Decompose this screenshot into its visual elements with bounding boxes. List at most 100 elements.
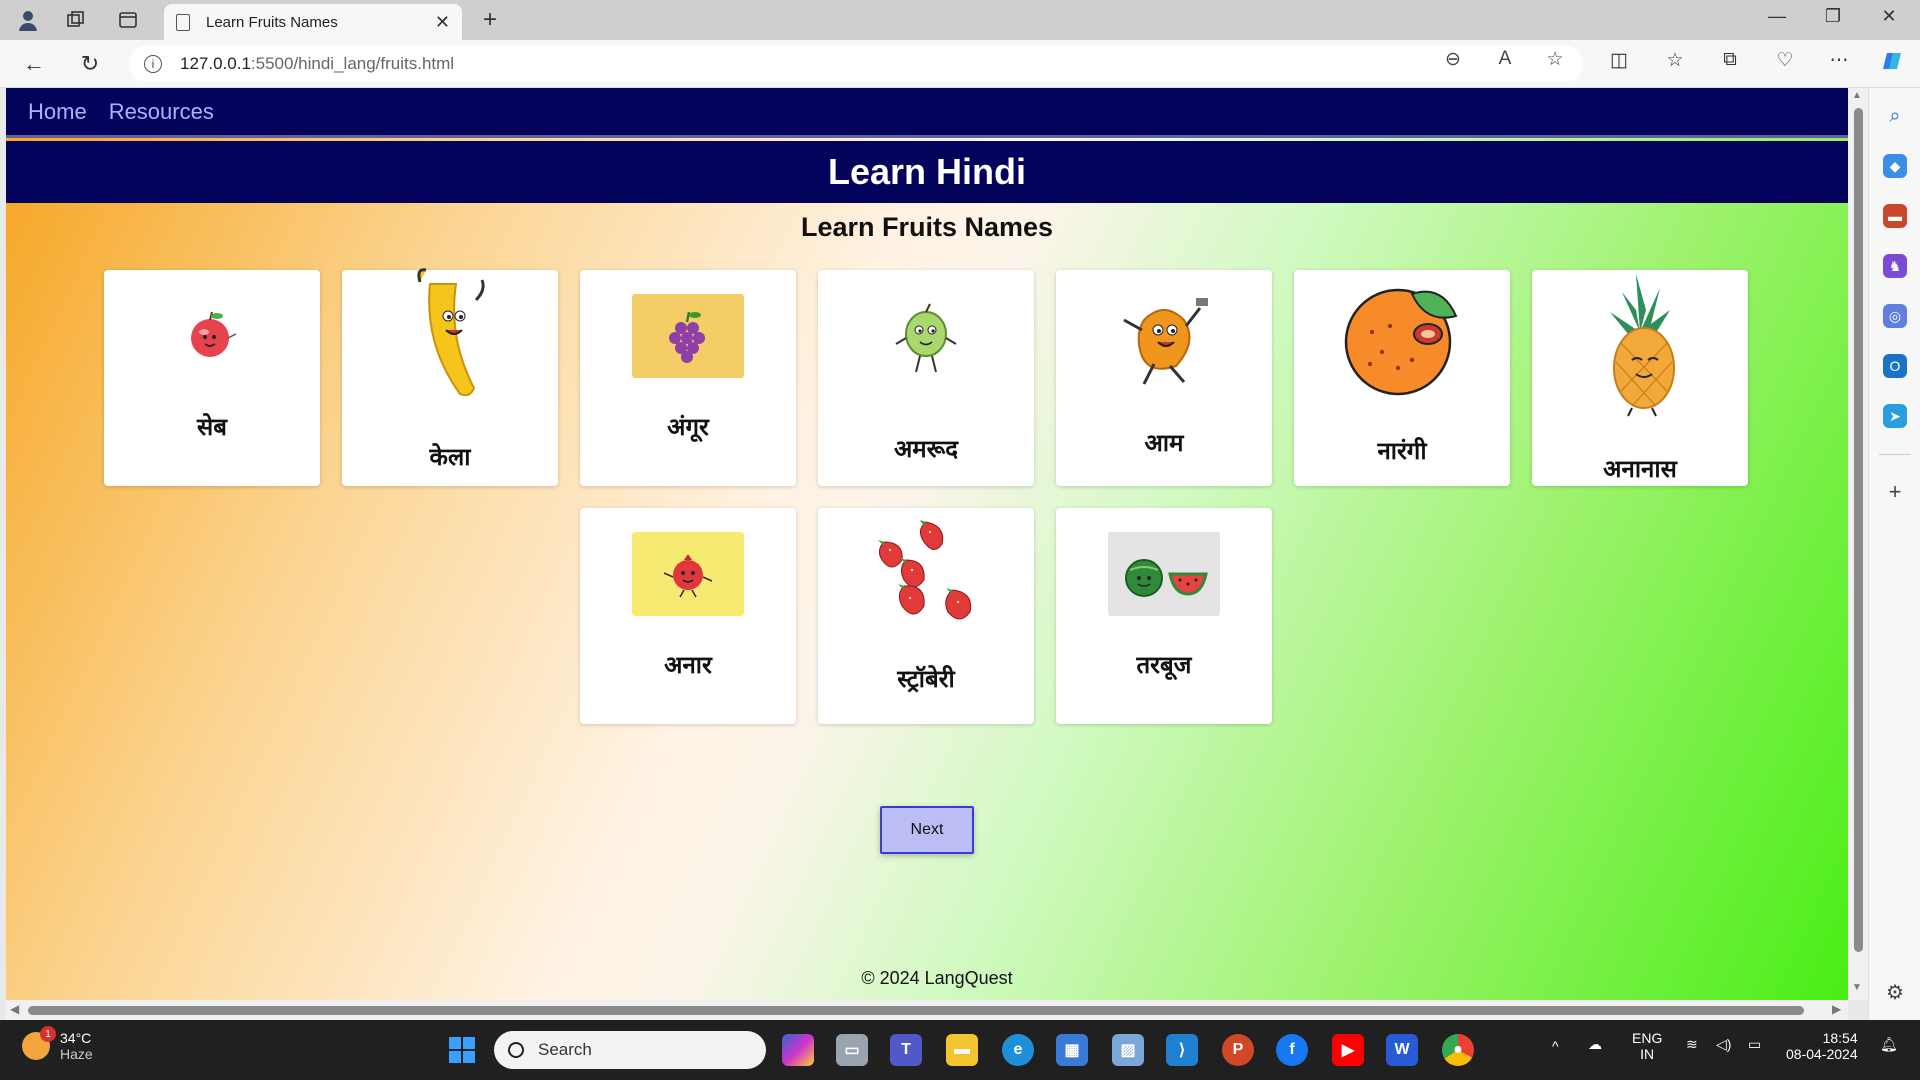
copilot-app-icon[interactable] <box>782 1034 814 1066</box>
fruit-card-pomegranate[interactable]: अनार <box>580 508 796 724</box>
lang-primary: ENG <box>1632 1030 1663 1046</box>
search-icon[interactable]: ⌕ <box>1883 104 1907 128</box>
copilot-icon[interactable] <box>1878 49 1908 79</box>
pomegranate-icon <box>632 532 744 616</box>
fruit-name: स्ट्रॉबेरी <box>897 665 955 693</box>
chrome-icon[interactable]: ● <box>1442 1034 1474 1066</box>
fruit-card-strawberry[interactable]: स्ट्रॉबेरी <box>818 508 1034 724</box>
next-button[interactable]: Next <box>880 806 974 854</box>
windows-start-icon[interactable] <box>446 1034 478 1066</box>
address-bar-row: ← ↻ i 127.0.0.1:5500/hindi_lang/fruits.h… <box>0 40 1920 88</box>
microsoft-365-icon[interactable]: ◎ <box>1883 304 1907 328</box>
horizontal-scroll-thumb[interactable] <box>28 1006 1804 1015</box>
site-info-icon[interactable]: i <box>144 55 162 73</box>
fruit-card-guava[interactable]: अमरूद <box>818 270 1034 486</box>
store-icon[interactable]: ▦ <box>1056 1034 1088 1066</box>
horizontal-scrollbar[interactable]: ◀ ▶ <box>6 1000 1848 1020</box>
tools-icon[interactable]: ▬ <box>1883 204 1907 228</box>
fruit-card-apple[interactable]: सेब <box>104 270 320 486</box>
settings-icon[interactable]: ⚙ <box>1883 980 1907 1004</box>
scroll-left-icon[interactable]: ◀ <box>10 1002 19 1016</box>
add-sidebar-app-icon[interactable]: + <box>1883 479 1907 504</box>
taskbar-search-label: Search <box>538 1040 592 1059</box>
read-aloud-icon[interactable]: A <box>1490 48 1520 70</box>
minimize-icon[interactable]: — <box>1762 6 1792 27</box>
page-footer: © 2024 LangQuest <box>861 968 1013 988</box>
onedrive-icon[interactable]: ☁ <box>1588 1036 1602 1053</box>
vscode-icon[interactable]: ⟩ <box>1166 1034 1198 1066</box>
scroll-up-icon[interactable]: ▲ <box>1852 90 1862 101</box>
url-path: :5500/hindi_lang/fruits.html <box>250 54 455 73</box>
fruit-card-watermelon[interactable]: तरबूज <box>1056 508 1272 724</box>
taskbar-search[interactable]: Search <box>494 1031 766 1069</box>
show-hidden-icons[interactable]: ^ <box>1552 1038 1559 1054</box>
clock[interactable]: 18:54 08-04-2024 <box>1786 1030 1858 1062</box>
fruit-name: आम <box>1144 429 1184 457</box>
youtube-icon[interactable]: ▶ <box>1332 1034 1364 1066</box>
language-indicator[interactable]: ENG IN <box>1632 1030 1662 1062</box>
facebook-icon[interactable]: f <box>1276 1034 1308 1066</box>
photos-icon[interactable]: ▨ <box>1112 1034 1144 1066</box>
outlook-icon[interactable]: O <box>1883 354 1907 378</box>
grapes-icon <box>632 294 744 378</box>
file-explorer-icon[interactable]: ▬ <box>946 1034 978 1066</box>
zoom-icon[interactable]: ⊖ <box>1438 48 1468 71</box>
scroll-down-icon[interactable]: ▼ <box>1852 982 1862 993</box>
nav-home-link[interactable]: Home <box>28 99 87 125</box>
watermelon-icon <box>1108 532 1220 616</box>
vertical-scrollbar[interactable]: ▲ ▼ <box>1848 88 1868 1000</box>
strawberry-icon <box>866 520 986 630</box>
nav-resources-link[interactable]: Resources <box>109 99 214 125</box>
fruit-name: तरबूज <box>1136 651 1192 679</box>
refresh-icon[interactable]: ↻ <box>76 50 104 78</box>
vertical-scroll-thumb[interactable] <box>1854 108 1863 952</box>
browser-essentials-icon[interactable]: ♡ <box>1770 49 1800 72</box>
volume-icon[interactable]: ◁) <box>1716 1036 1731 1053</box>
favorite-star-icon[interactable]: ☆ <box>1540 48 1570 71</box>
shopping-icon[interactable]: ◆ <box>1883 154 1907 178</box>
tab-learn-fruits[interactable]: Learn Fruits Names ✕ <box>164 4 462 40</box>
fruit-card-banana[interactable]: केला <box>342 268 558 486</box>
tab-actions-icon[interactable] <box>116 8 140 32</box>
weather-badge: 1 <box>40 1026 56 1042</box>
new-tab-icon[interactable]: + <box>478 6 502 33</box>
lang-secondary: IN <box>1640 1046 1655 1062</box>
task-view-icon[interactable]: ▭ <box>836 1034 868 1066</box>
fruit-card-orange[interactable]: नारंगी <box>1294 270 1510 486</box>
battery-icon[interactable]: ▭ <box>1748 1036 1761 1053</box>
teams-icon[interactable]: T <box>890 1034 922 1066</box>
sidebar-divider <box>1879 454 1911 455</box>
back-icon[interactable]: ← <box>20 50 48 78</box>
page-subtitle: Learn Fruits Names <box>800 212 1054 242</box>
search-icon <box>508 1042 524 1058</box>
restore-icon[interactable]: ❐ <box>1818 6 1848 27</box>
url-input[interactable]: i 127.0.0.1:5500/hindi_lang/fruits.html <box>128 46 1584 82</box>
wifi-icon[interactable]: ≋ <box>1686 1036 1698 1053</box>
fruit-name: केला <box>429 443 471 471</box>
powerpoint-icon[interactable]: P <box>1222 1034 1254 1066</box>
scroll-right-icon[interactable]: ▶ <box>1832 1002 1841 1016</box>
drop-icon[interactable]: ➤ <box>1883 404 1907 428</box>
browser-tab-bar: Learn Fruits Names ✕ + — ❐ ✕ <box>0 0 1920 40</box>
fruit-card-pineapple[interactable]: अनानास <box>1532 270 1748 486</box>
fruit-card-grapes[interactable]: अंगूर <box>580 270 796 486</box>
weather-widget[interactable]: 1 34°C Haze <box>22 1026 93 1062</box>
page-viewport: Home Resources Learn Hindi Learn Fruits … <box>6 88 1848 1000</box>
webex-icon[interactable]: W <box>1386 1034 1418 1066</box>
close-tab-icon[interactable]: ✕ <box>435 12 450 33</box>
favorites-icon[interactable]: ☆ <box>1660 49 1690 72</box>
fruit-card-mango[interactable]: आम <box>1056 270 1272 486</box>
edge-icon[interactable]: e <box>1002 1034 1034 1066</box>
notifications-icon[interactable]: 🔔︎ <box>1880 1036 1898 1053</box>
collections-icon[interactable]: ⧉ <box>1715 49 1745 71</box>
more-menu-icon[interactable]: ⋯ <box>1824 49 1854 72</box>
tab-title: Learn Fruits Names <box>206 13 338 31</box>
weather-desc: Haze <box>60 1046 93 1062</box>
fruit-name: अमरूद <box>893 435 959 463</box>
close-window-icon[interactable]: ✕ <box>1874 6 1904 27</box>
games-icon[interactable]: ♞ <box>1883 254 1907 278</box>
guava-icon <box>886 300 966 380</box>
split-screen-icon[interactable]: ◫ <box>1604 49 1634 72</box>
workspaces-icon[interactable] <box>64 8 88 32</box>
profile-avatar-icon[interactable] <box>16 8 40 32</box>
